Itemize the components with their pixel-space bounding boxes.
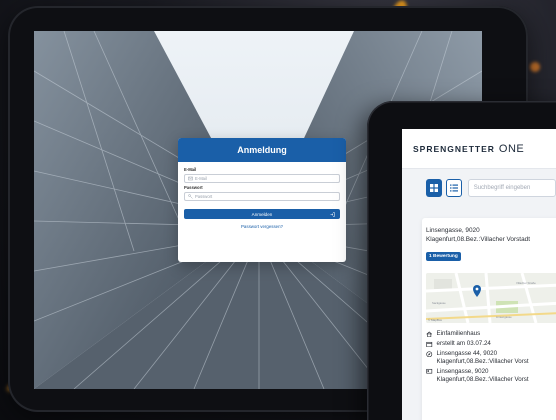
address-line1: Linsengasse 44, 9020 [436,350,498,358]
login-title: Anmeldung [178,138,346,162]
app-header: SPRENGNETTER ONE [402,129,556,169]
password-field[interactable]: Passwort [184,192,340,201]
location-icon [426,350,433,357]
forgot-password-link[interactable]: Passwort vergessen? [184,224,340,229]
mail-icon [188,176,193,181]
search-input[interactable]: Suchbegriff eingeben [467,179,556,197]
map-label-street: Villacher Straße [516,281,536,286]
address-line1: Linsengasse, 9020 [436,368,489,376]
property-type: Einfamilienhaus [436,330,481,338]
address-row: Linsengasse 44, 9020 Klagenfurt,08.Bez.:… [426,350,556,365]
email-placeholder: E-Mail [195,176,207,181]
map-label-street: Linsengasse [496,315,512,320]
house-icon [426,331,433,337]
property-card[interactable]: Linsengasse, 9020 Klagenfurt,08.Bez.:Vil… [422,218,556,420]
calendar-icon [426,341,433,347]
property-type-row: Einfamilienhaus [426,330,556,337]
email-field[interactable]: E-Mail [184,174,340,183]
address-line2: Klagenfurt,08.Bez.:Villacher Vorst [436,375,529,383]
password-placeholder: Passwort [195,194,213,199]
key-icon [188,194,193,199]
address-row: Linsengasse, 9020 Klagenfurt,08.Bez.:Vil… [426,368,556,383]
map-label-street: Sackgasse [432,301,446,306]
login-button[interactable]: Anmelden [184,209,340,219]
email-label: E-Mail [184,167,197,172]
app-screen: SPRENGNETTER ONE Suchbegriff eingeben Li… [402,129,556,420]
address-line2: Klagenfurt,08.Bez.:Villacher Vorst [436,357,529,365]
brand-logo: SPRENGNETTER [413,143,495,154]
created-date: erstellt am 03.07.24 [436,340,491,348]
property-address-line2: Klagenfurt,08.Bez.:Villacher Vorstadt [426,235,530,243]
list-view-button[interactable] [445,179,462,197]
property-address-line1: Linsengasse, 9020 [426,227,480,234]
toolbar: Suchbegriff eingeben [402,169,556,197]
valuation-badge: 1 Bewertung [426,252,461,262]
list-icon [449,184,458,192]
password-label: Passwort [184,185,203,190]
grid-view-button[interactable] [426,179,442,197]
created-row: erstellt am 03.07.24 [426,340,556,347]
grid-icon [429,184,438,192]
property-map[interactable]: © MapBox Villacher Straße Sackgasse Lins… [426,273,556,324]
brand-product: ONE [498,142,525,155]
login-card: Anmeldung E-Mail E-Mail Passwort Passwor… [178,138,346,262]
bokeh-light [530,62,540,72]
map-image [426,273,556,324]
id-card-icon [426,369,433,374]
login-button-label: Anmelden [251,211,273,217]
map-attribution: © MapBox [428,318,443,323]
sign-in-icon [330,211,335,217]
